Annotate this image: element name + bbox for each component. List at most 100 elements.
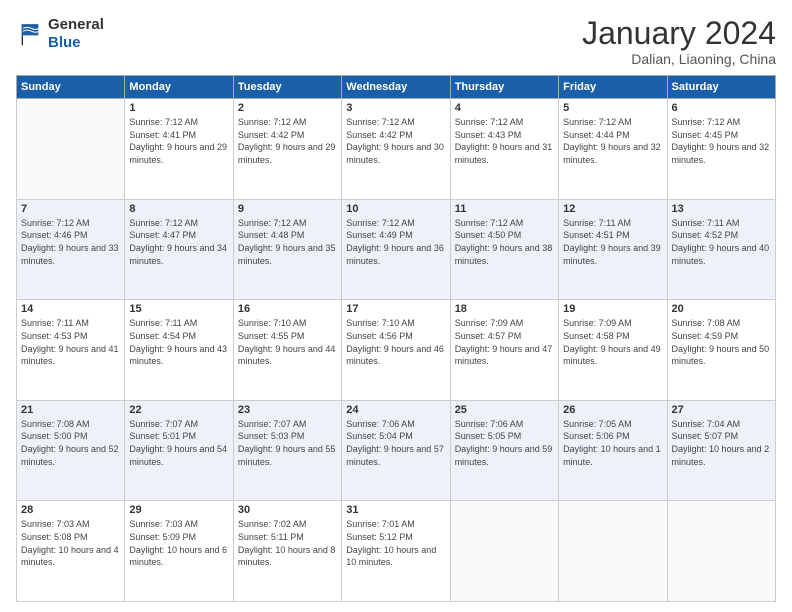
day-number: 19	[563, 303, 662, 315]
table-row: 8 Sunrise: 7:12 AMSunset: 4:47 PMDaylight…	[125, 199, 233, 300]
day-info: Sunrise: 7:12 AMSunset: 4:42 PMDaylight:…	[346, 116, 445, 166]
day-number: 30	[238, 504, 337, 516]
day-info: Sunrise: 7:10 AMSunset: 4:56 PMDaylight:…	[346, 317, 445, 367]
day-info: Sunrise: 7:12 AMSunset: 4:50 PMDaylight:…	[455, 217, 554, 267]
header: General Blue January 2024 Dalian, Liaoni…	[16, 16, 776, 67]
table-row: 2 Sunrise: 7:12 AMSunset: 4:42 PMDaylight…	[233, 99, 341, 200]
col-wednesday: Wednesday	[342, 76, 450, 99]
table-row: 15 Sunrise: 7:11 AMSunset: 4:54 PMDayligh…	[125, 300, 233, 401]
day-number: 28	[21, 504, 120, 516]
col-thursday: Thursday	[450, 76, 558, 99]
title-block: January 2024 Dalian, Liaoning, China	[582, 16, 776, 67]
table-row	[667, 501, 775, 602]
table-row	[17, 99, 125, 200]
col-tuesday: Tuesday	[233, 76, 341, 99]
table-row: 24 Sunrise: 7:06 AMSunset: 5:04 PMDayligh…	[342, 400, 450, 501]
day-number: 20	[672, 303, 771, 315]
day-info: Sunrise: 7:07 AMSunset: 5:03 PMDaylight:…	[238, 418, 337, 468]
table-row: 13Sunrise: 7:11 AMSunset: 4:52 PMDayligh…	[667, 199, 775, 300]
day-number: 9	[238, 203, 337, 215]
day-number: 25	[455, 404, 554, 416]
day-number: 11	[455, 203, 554, 215]
day-number: 16	[238, 303, 337, 315]
day-info: Sunrise: 7:08 AMSunset: 4:59 PMDaylight:…	[672, 317, 771, 367]
day-info: Sunrise: 7:12 AMSunset: 4:44 PMDaylight:…	[563, 116, 662, 166]
month-title: January 2024	[582, 16, 776, 51]
table-row: 17Sunrise: 7:10 AMSunset: 4:56 PMDayligh…	[342, 300, 450, 401]
day-info: Sunrise: 7:12 AMSunset: 4:41 PMDaylight:…	[129, 116, 228, 166]
calendar-week-row: 28 Sunrise: 7:03 AMSunset: 5:08 PMDayligh…	[17, 501, 776, 602]
day-info: Sunrise: 7:11 AMSunset: 4:54 PMDaylight:…	[129, 317, 228, 367]
day-info: Sunrise: 7:12 AMSunset: 4:45 PMDaylight:…	[672, 116, 771, 166]
logo-general: General	[48, 16, 104, 33]
day-info: Sunrise: 7:08 AMSunset: 5:00 PMDaylight:…	[21, 418, 120, 468]
day-info: Sunrise: 7:11 AMSunset: 4:52 PMDaylight:…	[672, 217, 771, 267]
table-row: 28 Sunrise: 7:03 AMSunset: 5:08 PMDayligh…	[17, 501, 125, 602]
col-saturday: Saturday	[667, 76, 775, 99]
day-info: Sunrise: 7:03 AMSunset: 5:08 PMDaylight:…	[21, 518, 120, 568]
table-row: 9 Sunrise: 7:12 AMSunset: 4:48 PMDaylight…	[233, 199, 341, 300]
day-info: Sunrise: 7:09 AMSunset: 4:58 PMDaylight:…	[563, 317, 662, 367]
day-number: 14	[21, 303, 120, 315]
calendar-header-row: Sunday Monday Tuesday Wednesday Thursday…	[17, 76, 776, 99]
day-info: Sunrise: 7:12 AMSunset: 4:49 PMDaylight:…	[346, 217, 445, 267]
day-number: 4	[455, 102, 554, 114]
logo-blue: Blue	[48, 34, 81, 51]
table-row: 19 Sunrise: 7:09 AMSunset: 4:58 PMDayligh…	[559, 300, 667, 401]
table-row: 7Sunrise: 7:12 AMSunset: 4:46 PMDaylight…	[17, 199, 125, 300]
table-row: 3 Sunrise: 7:12 AMSunset: 4:42 PMDaylight…	[342, 99, 450, 200]
day-info: Sunrise: 7:05 AMSunset: 5:06 PMDaylight:…	[563, 418, 662, 468]
day-info: Sunrise: 7:12 AMSunset: 4:42 PMDaylight:…	[238, 116, 337, 166]
day-number: 22	[129, 404, 228, 416]
table-row: 20 Sunrise: 7:08 AMSunset: 4:59 PMDayligh…	[667, 300, 775, 401]
table-row: 22 Sunrise: 7:07 AMSunset: 5:01 PMDayligh…	[125, 400, 233, 501]
day-number: 27	[672, 404, 771, 416]
day-number: 31	[346, 504, 445, 516]
day-number: 10	[346, 203, 445, 215]
table-row: 4Sunrise: 7:12 AMSunset: 4:43 PMDaylight…	[450, 99, 558, 200]
day-number: 2	[238, 102, 337, 114]
day-number: 12	[563, 203, 662, 215]
table-row: 18Sunrise: 7:09 AMSunset: 4:57 PMDayligh…	[450, 300, 558, 401]
day-number: 18	[455, 303, 554, 315]
day-number: 8	[129, 203, 228, 215]
table-row: 23Sunrise: 7:07 AMSunset: 5:03 PMDayligh…	[233, 400, 341, 501]
day-number: 21	[21, 404, 120, 416]
calendar-table: Sunday Monday Tuesday Wednesday Thursday…	[16, 75, 776, 602]
day-number: 15	[129, 303, 228, 315]
table-row	[450, 501, 558, 602]
calendar-week-row: 21 Sunrise: 7:08 AMSunset: 5:00 PMDayligh…	[17, 400, 776, 501]
day-info: Sunrise: 7:07 AMSunset: 5:01 PMDaylight:…	[129, 418, 228, 468]
table-row: 31Sunrise: 7:01 AMSunset: 5:12 PMDayligh…	[342, 501, 450, 602]
day-info: Sunrise: 7:12 AMSunset: 4:48 PMDaylight:…	[238, 217, 337, 267]
page: General Blue January 2024 Dalian, Liaoni…	[0, 0, 792, 612]
day-info: Sunrise: 7:03 AMSunset: 5:09 PMDaylight:…	[129, 518, 228, 568]
day-number: 26	[563, 404, 662, 416]
table-row: 6 Sunrise: 7:12 AMSunset: 4:45 PMDaylight…	[667, 99, 775, 200]
table-row: 5Sunrise: 7:12 AMSunset: 4:44 PMDaylight…	[559, 99, 667, 200]
location-title: Dalian, Liaoning, China	[582, 51, 776, 67]
col-friday: Friday	[559, 76, 667, 99]
day-number: 3	[346, 102, 445, 114]
table-row: 16Sunrise: 7:10 AMSunset: 4:55 PMDayligh…	[233, 300, 341, 401]
calendar-week-row: 1Sunrise: 7:12 AMSunset: 4:41 PMDaylight…	[17, 99, 776, 200]
day-info: Sunrise: 7:04 AMSunset: 5:07 PMDaylight:…	[672, 418, 771, 468]
table-row: 21 Sunrise: 7:08 AMSunset: 5:00 PMDayligh…	[17, 400, 125, 501]
table-row: 30 Sunrise: 7:02 AMSunset: 5:11 PMDayligh…	[233, 501, 341, 602]
day-info: Sunrise: 7:06 AMSunset: 5:04 PMDaylight:…	[346, 418, 445, 468]
table-row: 25Sunrise: 7:06 AMSunset: 5:05 PMDayligh…	[450, 400, 558, 501]
logo: General Blue	[16, 16, 104, 52]
table-row: 10 Sunrise: 7:12 AMSunset: 4:49 PMDayligh…	[342, 199, 450, 300]
day-number: 6	[672, 102, 771, 114]
day-number: 29	[129, 504, 228, 516]
table-row: 27 Sunrise: 7:04 AMSunset: 5:07 PMDayligh…	[667, 400, 775, 501]
table-row: 26 Sunrise: 7:05 AMSunset: 5:06 PMDayligh…	[559, 400, 667, 501]
table-row: 14Sunrise: 7:11 AMSunset: 4:53 PMDayligh…	[17, 300, 125, 401]
col-sunday: Sunday	[17, 76, 125, 99]
table-row: 1Sunrise: 7:12 AMSunset: 4:41 PMDaylight…	[125, 99, 233, 200]
day-info: Sunrise: 7:11 AMSunset: 4:51 PMDaylight:…	[563, 217, 662, 267]
calendar-week-row: 14Sunrise: 7:11 AMSunset: 4:53 PMDayligh…	[17, 300, 776, 401]
day-info: Sunrise: 7:12 AMSunset: 4:47 PMDaylight:…	[129, 217, 228, 267]
day-info: Sunrise: 7:02 AMSunset: 5:11 PMDaylight:…	[238, 518, 337, 568]
day-number: 24	[346, 404, 445, 416]
